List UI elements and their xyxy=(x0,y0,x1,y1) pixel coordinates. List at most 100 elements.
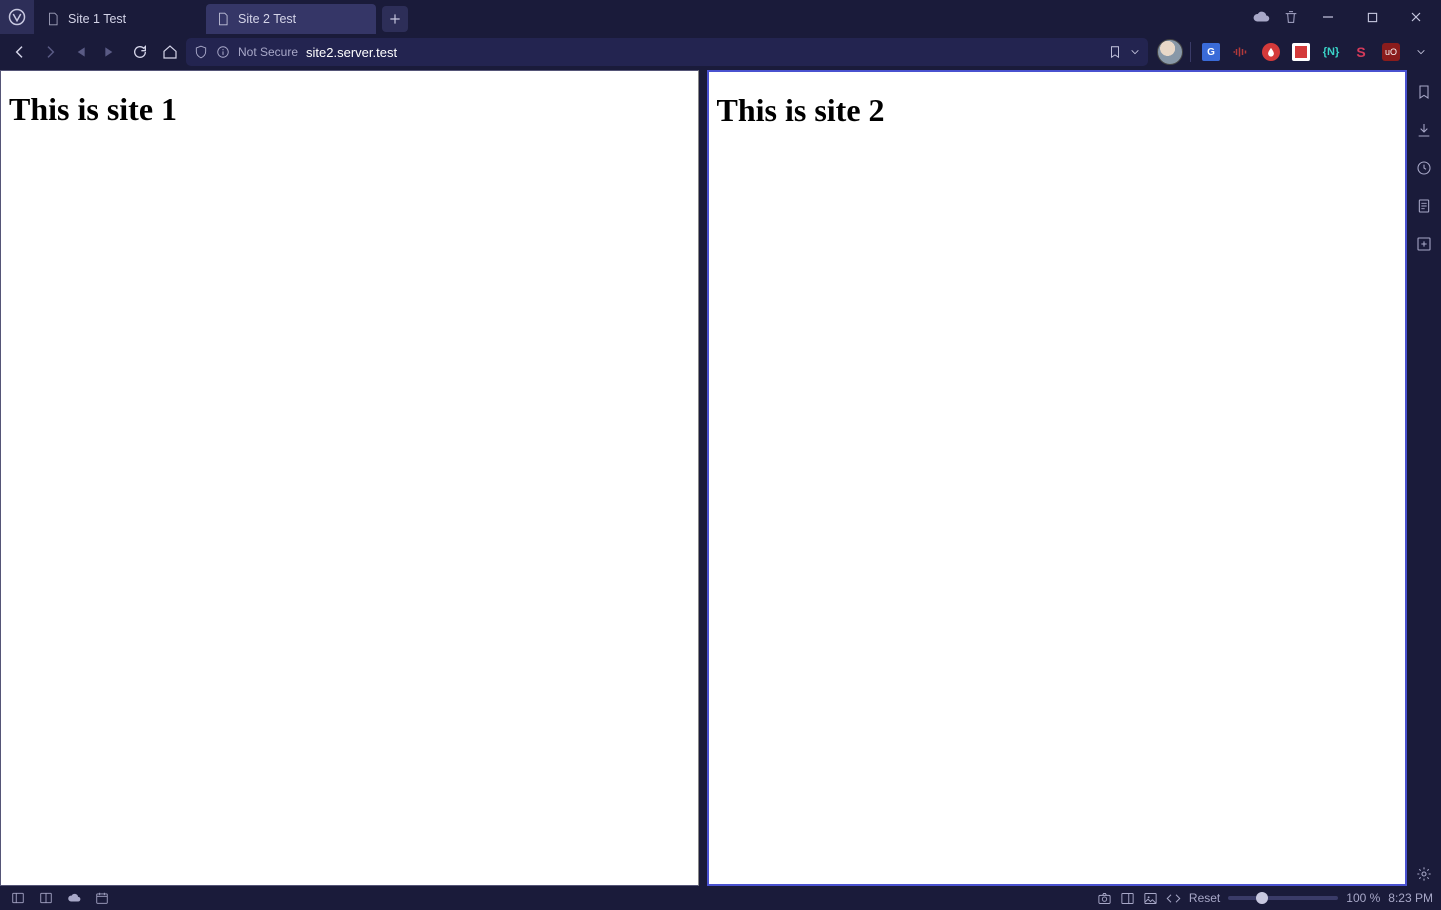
layout-icon xyxy=(1120,891,1135,906)
skip-forward-icon xyxy=(103,45,117,59)
separator xyxy=(1190,42,1191,62)
close-icon xyxy=(1410,11,1422,23)
extensions-overflow[interactable] xyxy=(1407,39,1435,65)
plus-square-icon xyxy=(1416,236,1432,252)
back-button[interactable] xyxy=(6,38,34,66)
chevron-down-icon xyxy=(1416,47,1426,57)
extension-pocket[interactable] xyxy=(1287,39,1315,65)
extension-google-translate[interactable]: G xyxy=(1197,39,1225,65)
address-field[interactable]: Not Secure site2.server.test xyxy=(186,38,1148,66)
extension-n[interactable]: {N} xyxy=(1317,39,1345,65)
download-icon xyxy=(1416,122,1432,138)
camera-icon xyxy=(1097,891,1112,906)
reload-icon xyxy=(132,44,148,60)
extension-s[interactable]: S xyxy=(1347,39,1375,65)
extension-droplet[interactable] xyxy=(1257,39,1285,65)
chevron-right-icon xyxy=(42,44,58,60)
rewind-button[interactable] xyxy=(66,38,94,66)
window-maximize-button[interactable] xyxy=(1351,2,1393,32)
columns-icon xyxy=(39,891,53,905)
bookmark-icon[interactable] xyxy=(1108,45,1122,59)
extension-ublock[interactable]: uO xyxy=(1377,39,1405,65)
zoom-percent: 100 % xyxy=(1346,891,1380,905)
tab-site-2[interactable]: Site 2 Test xyxy=(206,4,376,34)
extension-audio[interactable] xyxy=(1227,39,1255,65)
page-tiling-button[interactable] xyxy=(1120,891,1135,906)
cloud-icon xyxy=(1252,8,1270,26)
page-heading: This is site 1 xyxy=(9,91,698,128)
clock: 8:23 PM xyxy=(1388,891,1433,905)
zoom-slider[interactable] xyxy=(1228,896,1338,900)
page-heading: This is site 2 xyxy=(717,92,1406,129)
tile-site-2[interactable]: This is site 2 xyxy=(707,70,1408,886)
cloud-icon xyxy=(67,891,81,905)
panel-history[interactable] xyxy=(1412,156,1436,180)
file-icon xyxy=(216,12,230,26)
bookmark-icon xyxy=(1416,84,1432,100)
capture-button[interactable] xyxy=(1097,891,1112,906)
panel-settings[interactable] xyxy=(1412,862,1436,886)
calendar-button[interactable] xyxy=(92,888,112,908)
zoom-reset-button[interactable]: Reset xyxy=(1189,891,1220,905)
chevron-left-icon xyxy=(12,44,28,60)
calendar-icon xyxy=(95,891,109,905)
tab-label: Site 1 Test xyxy=(68,12,126,26)
tab-strip: Site 1 Test Site 2 Test xyxy=(0,0,1441,34)
panel-notes[interactable] xyxy=(1412,194,1436,218)
tile-site-1[interactable]: This is site 1 xyxy=(0,70,699,886)
status-bar: Reset 100 % 8:23 PM xyxy=(0,886,1441,910)
images-toggle-button[interactable] xyxy=(1143,891,1158,906)
security-badge: Not Secure xyxy=(238,45,298,59)
ublock-icon: uO xyxy=(1382,43,1400,61)
slider-thumb-icon xyxy=(1256,892,1268,904)
pocket-icon xyxy=(1292,43,1310,61)
panel-bookmarks[interactable] xyxy=(1412,80,1436,104)
avatar-icon xyxy=(1157,39,1183,65)
trash-icon xyxy=(1283,9,1299,25)
tab-site-1[interactable]: Site 1 Test xyxy=(36,4,206,34)
chevron-down-icon[interactable] xyxy=(1130,47,1140,57)
panel-add[interactable] xyxy=(1412,232,1436,256)
minimize-icon xyxy=(1322,11,1334,23)
panel-downloads[interactable] xyxy=(1412,118,1436,142)
vivaldi-logo-icon xyxy=(8,8,26,26)
content-area: This is site 1 This is site 2 xyxy=(0,70,1441,886)
sync-cloud-button[interactable] xyxy=(1247,2,1275,32)
code-icon xyxy=(1166,891,1181,906)
s-icon: S xyxy=(1356,44,1365,60)
plus-icon xyxy=(388,12,402,26)
toolbar-extensions: G {N} S uO xyxy=(1150,39,1435,65)
file-icon xyxy=(46,12,60,26)
reload-button[interactable] xyxy=(126,38,154,66)
closed-tabs-trash-button[interactable] xyxy=(1277,2,1305,32)
droplet-icon xyxy=(1262,43,1280,61)
clock-icon xyxy=(1416,160,1432,176)
tile-divider[interactable] xyxy=(699,70,707,886)
new-tab-button[interactable] xyxy=(382,6,408,32)
skip-back-icon xyxy=(73,45,87,59)
maximize-icon xyxy=(1367,12,1378,23)
toolbar: Not Secure site2.server.test G {N} S uO xyxy=(0,34,1441,70)
window-close-button[interactable] xyxy=(1395,2,1437,32)
home-icon xyxy=(162,44,178,60)
panel-toggle-button[interactable] xyxy=(8,888,28,908)
home-button[interactable] xyxy=(156,38,184,66)
sync-status-button[interactable] xyxy=(64,888,84,908)
image-icon xyxy=(1143,891,1158,906)
side-panel xyxy=(1407,70,1441,886)
page-actions-button[interactable] xyxy=(1166,891,1181,906)
shield-icon xyxy=(194,45,208,59)
waveform-icon xyxy=(1232,45,1250,59)
tab-label: Site 2 Test xyxy=(238,12,296,26)
sidebar-icon xyxy=(11,891,25,905)
window-minimize-button[interactable] xyxy=(1307,2,1349,32)
forward-button[interactable] xyxy=(36,38,64,66)
url-text: site2.server.test xyxy=(306,45,1100,60)
profile-avatar[interactable] xyxy=(1156,39,1184,65)
fast-forward-button[interactable] xyxy=(96,38,124,66)
vivaldi-menu-button[interactable] xyxy=(0,0,34,34)
tiling-button[interactable] xyxy=(36,888,56,908)
info-icon xyxy=(216,45,230,59)
gear-icon xyxy=(1416,866,1432,882)
n-icon: {N} xyxy=(1323,46,1340,58)
